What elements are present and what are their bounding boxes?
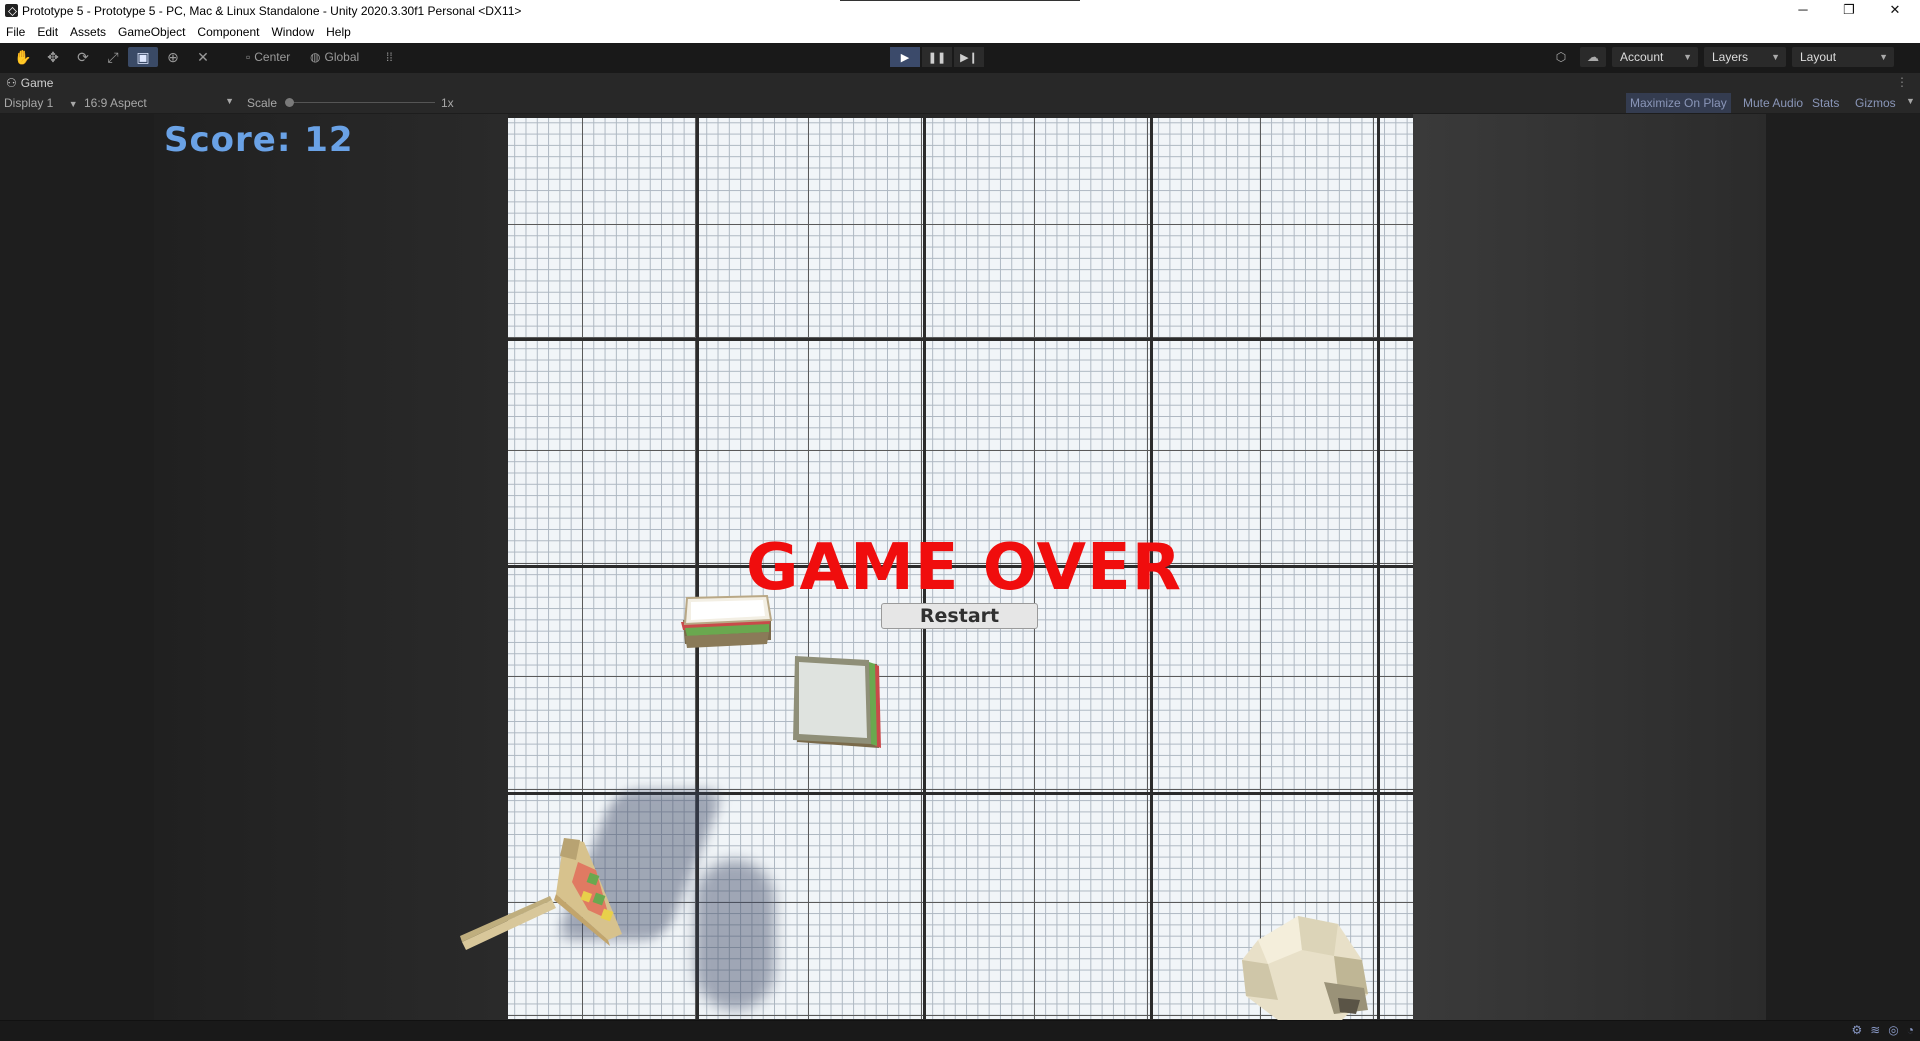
scale-slider-handle[interactable] <box>285 98 294 107</box>
pizza-slice-object <box>460 838 622 950</box>
scale-value: 1x <box>441 96 454 110</box>
move-tool-icon[interactable]: ✥ <box>38 47 68 67</box>
aspect-label: 16:9 Aspect <box>84 96 147 110</box>
pivot-rotation-label: Global <box>324 50 360 64</box>
pivot-rotation-toggle[interactable]: ◍ Global <box>310 47 359 67</box>
lighting-icon[interactable]: ◎ <box>1888 1023 1898 1037</box>
display-dropdown[interactable]: Display 1 ▼ <box>4 96 78 110</box>
game-over-title: GAME OVER <box>746 531 1182 605</box>
title-bar: Prototype 5 - Prototype 5 - PC, Mac & Li… <box>0 0 1920 22</box>
main-toolbar: ✋ ✥ ⟳ ⤢ ▣ ⊕ ✕ ▫ Center ◍ Global ⁞⁞ ▶ ❚❚ … <box>0 43 1920 73</box>
debug-icon[interactable]: ⚙ <box>1851 1023 1862 1037</box>
chevron-down-icon: ▼ <box>68 99 78 109</box>
gizmos-chevron-icon[interactable]: ▼ <box>1906 96 1915 106</box>
pivot-center-icon: ▫ <box>246 50 251 64</box>
scale-label: Scale <box>247 96 278 110</box>
menu-help[interactable]: Help <box>320 22 357 43</box>
meat-object <box>1242 916 1368 1020</box>
menu-bar: File Edit Assets GameObject Component Window H… <box>0 22 1920 44</box>
layout-label: Layout <box>1800 50 1837 64</box>
minimize-button[interactable]: ─ <box>1780 0 1826 22</box>
menu-assets[interactable]: Assets <box>64 22 112 43</box>
progress-icon[interactable]: ◔ <box>1907 1023 1914 1037</box>
chevron-down-icon: ▼ <box>1771 52 1780 62</box>
window-title: Prototype 5 - Prototype 5 - PC, Mac & Li… <box>22 4 522 18</box>
chevron-down-icon: ▼ <box>1683 52 1692 62</box>
game-tab-bar: ⚇ Game ⋮ <box>0 73 1920 93</box>
title-divider <box>840 0 1080 1</box>
object-shadow <box>695 860 775 1010</box>
rotate-tool-icon[interactable]: ⟳ <box>68 47 98 67</box>
score-text: Score: 12 <box>164 120 354 160</box>
maximize-button[interactable]: ❐ <box>1826 0 1872 22</box>
pivot-mode-label: Center <box>254 50 291 64</box>
scene-right-wall <box>1413 114 1766 1020</box>
status-bar: ⚙ ≋ ◎ ◔ <box>0 1020 1920 1041</box>
menu-file[interactable]: File <box>0 22 31 43</box>
menu-window[interactable]: Window <box>265 22 320 43</box>
aspect-dropdown[interactable]: 16:9 Aspect ▼ <box>84 96 234 110</box>
cloud-icon[interactable]: ☁ <box>1580 47 1606 67</box>
chevron-down-icon: ▼ <box>225 96 234 106</box>
right-toolbar: ⬡ ☁ Account ▼ Layers ▼ Layout ▼ <box>1548 47 1894 67</box>
restart-button[interactable]: Restart <box>881 603 1038 629</box>
scene-left-wall <box>154 114 508 1020</box>
scale-slider-track[interactable] <box>290 102 435 103</box>
gizmos-toggle[interactable]: Gizmos <box>1851 93 1900 113</box>
game-view-controls: Display 1 ▼ 16:9 Aspect ▼ Scale 1x Maxim… <box>0 93 1920 114</box>
status-icons: ⚙ ≋ ◎ ◔ <box>1851 1023 1914 1037</box>
pause-button[interactable]: ❚❚ <box>922 47 952 67</box>
stats-toggle[interactable]: Stats <box>1808 93 1843 113</box>
globe-icon: ◍ <box>310 50 321 64</box>
transform-tools: ✋ ✥ ⟳ ⤢ ▣ ⊕ ✕ <box>8 47 218 67</box>
custom-tool-icon[interactable]: ✕ <box>188 47 218 67</box>
menu-component[interactable]: Component <box>191 22 265 43</box>
tab-game[interactable]: ⚇ Game <box>6 76 53 90</box>
layers-label: Layers <box>1712 50 1749 64</box>
close-button[interactable]: ✕ <box>1872 0 1918 22</box>
layers-dropdown[interactable]: Layers ▼ <box>1704 47 1786 67</box>
layers-status-icon[interactable]: ≋ <box>1870 1023 1880 1037</box>
unity-logo-icon <box>5 4 18 17</box>
rect-tool-icon[interactable]: ▣ <box>128 47 158 67</box>
account-label: Account <box>1620 50 1664 64</box>
more-options-icon[interactable]: ⋮ <box>1896 75 1908 89</box>
chevron-down-icon: ▼ <box>1879 52 1888 62</box>
play-button[interactable]: ▶ <box>890 47 920 67</box>
collab-icon[interactable]: ⬡ <box>1548 47 1574 67</box>
scale-tool-icon[interactable]: ⤢ <box>98 47 128 67</box>
menu-gameobject[interactable]: GameObject <box>112 22 191 43</box>
pivot-mode-toggle[interactable]: ▫ Center <box>246 47 290 67</box>
grid-snap-icon[interactable]: ⁞⁞ <box>386 47 393 67</box>
gamepad-icon: ⚇ <box>6 76 17 90</box>
layout-dropdown[interactable]: Layout ▼ <box>1792 47 1894 67</box>
display-label: Display 1 <box>4 96 54 110</box>
maximize-on-play-toggle[interactable]: Maximize On Play <box>1626 93 1731 113</box>
account-dropdown[interactable]: Account ▼ <box>1612 47 1698 67</box>
sandwich-object <box>793 656 881 748</box>
play-controls: ▶ ❚❚ ▶❙ <box>890 47 984 67</box>
transform-tool-icon[interactable]: ⊕ <box>158 47 188 67</box>
tab-game-label: Game <box>20 76 54 90</box>
hand-tool-icon[interactable]: ✋ <box>8 47 38 67</box>
mute-audio-toggle[interactable]: Mute Audio <box>1739 93 1807 113</box>
menu-edit[interactable]: Edit <box>31 22 64 43</box>
step-button[interactable]: ▶❙ <box>954 47 984 67</box>
